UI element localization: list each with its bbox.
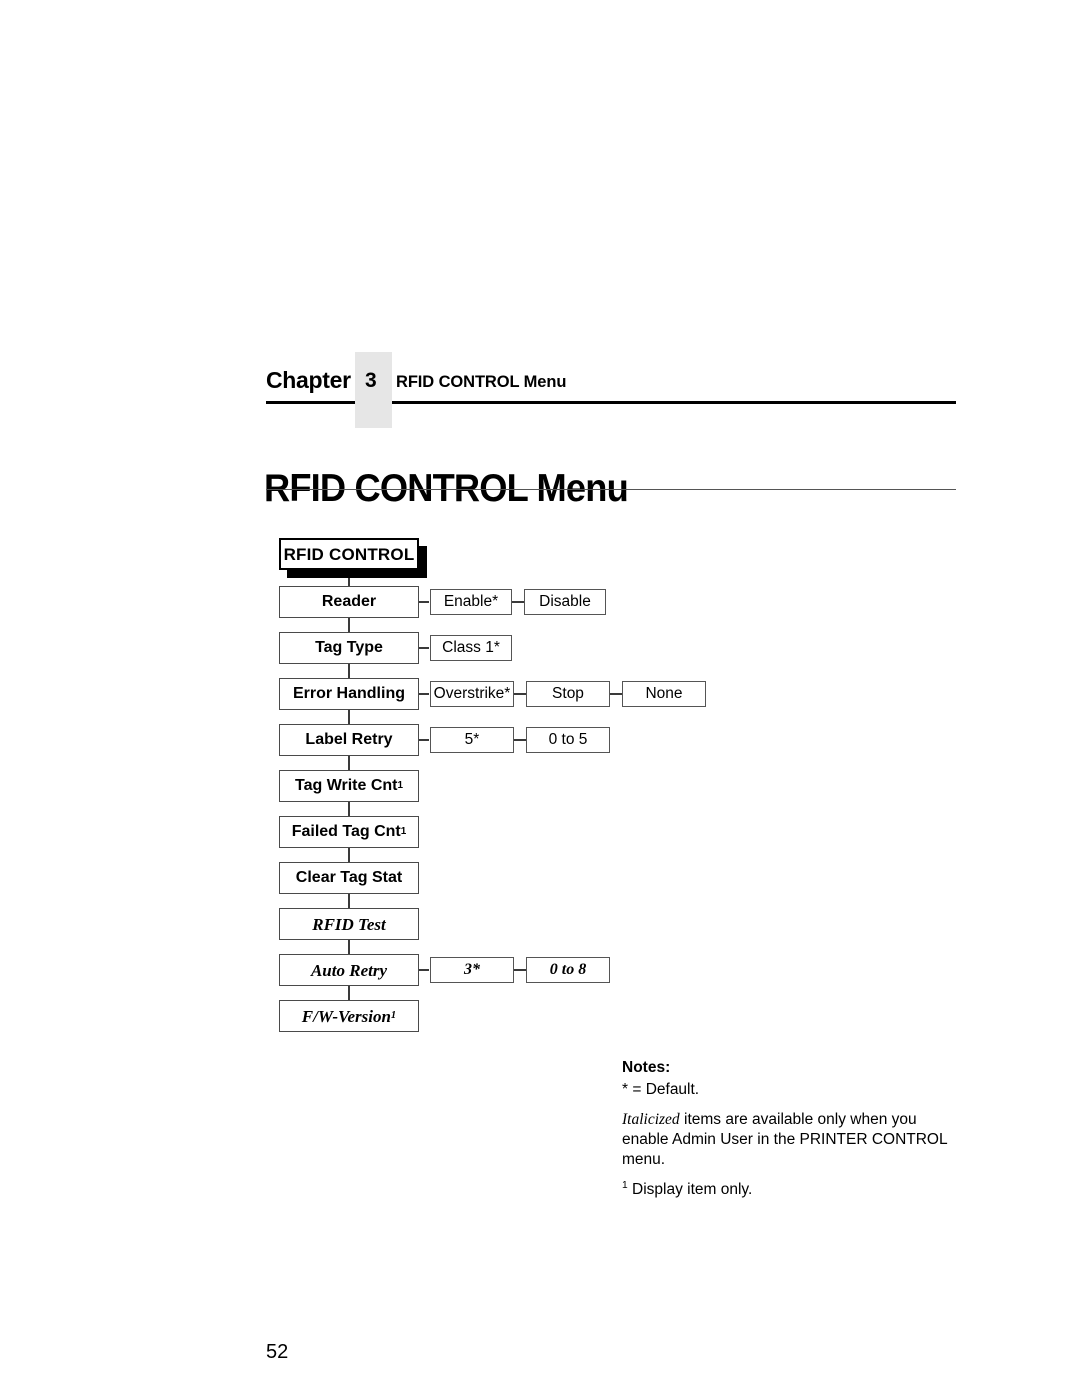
menu-item-rfid-test: RFID Test (279, 908, 419, 940)
menu-value-0-to-8: 0 to 8 (526, 957, 610, 983)
menu-value-5: 5* (430, 727, 514, 753)
connector-vertical (348, 986, 350, 1000)
menu-item-error-handling: Error Handling (279, 678, 419, 710)
node-label: Disable (539, 593, 591, 611)
menu-item-failed-tag-cnt: Failed Tag Cnt 1 (279, 816, 419, 848)
page-number: 52 (266, 1341, 289, 1363)
menu-item-reader: Reader (279, 586, 419, 618)
connector-horizontal (514, 693, 526, 695)
menu-value-disable: Disable (524, 589, 606, 615)
node-label: F/W-Version (301, 1006, 391, 1026)
node-label: Stop (552, 685, 584, 703)
menu-item-clear-tag-stat: Clear Tag Stat (279, 862, 419, 894)
connector-vertical (348, 940, 350, 954)
node-label: Auto Retry (310, 960, 388, 980)
node-label: None (645, 685, 683, 703)
node-label: Enable* (443, 593, 499, 611)
node-label: Error Handling (292, 685, 405, 702)
menu-item-auto-retry: Auto Retry (279, 954, 419, 986)
menu-root-rfid-control: RFID CONTROL (279, 538, 419, 570)
menu-value-overstrike: Overstrike* (430, 681, 514, 707)
node-label: 5* (464, 731, 480, 749)
menu-value-class-1: Class 1* (430, 635, 512, 661)
connector-horizontal (419, 739, 429, 741)
connector-horizontal (419, 969, 429, 971)
node-label: Tag Type (315, 639, 383, 656)
menu-value-stop: Stop (526, 681, 610, 707)
connector-root (348, 570, 350, 586)
note-display-item-text: Display item only. (627, 1181, 753, 1198)
note-default: * = Default. (622, 1081, 700, 1098)
connector-horizontal (419, 647, 429, 649)
connector-horizontal (514, 969, 526, 971)
connector-vertical (348, 802, 350, 816)
node-label: 0 to 8 (549, 961, 587, 978)
node-label: Failed Tag Cnt (291, 823, 401, 840)
menu-value-enable: Enable* (430, 589, 512, 615)
connector-vertical (348, 664, 350, 678)
connector-horizontal (419, 693, 429, 695)
note-display-item: 1 Display item only. (622, 1180, 962, 1200)
menu-value-0-to-5: 0 to 5 (526, 727, 610, 753)
connector-vertical (348, 848, 350, 862)
note-italicized: Italicized items are available only when… (622, 1110, 962, 1170)
connector-horizontal (610, 693, 622, 695)
node-label: Overstrike* (433, 685, 511, 703)
node-label: Tag Write Cnt (294, 777, 398, 794)
note-italicized-word: Italicized (622, 1111, 680, 1128)
connector-horizontal (514, 739, 526, 741)
menu-item-label-retry: Label Retry (279, 724, 419, 756)
menu-value-3: 3* (430, 957, 514, 983)
node-label: RFID Test (312, 914, 386, 934)
node-label: 0 to 5 (548, 731, 588, 749)
node-label: 3* (464, 961, 480, 978)
connector-vertical (348, 618, 350, 632)
connector-horizontal (419, 601, 429, 603)
node-label: RFID CONTROL (283, 544, 415, 564)
menu-item-tag-write-cnt: Tag Write Cnt 1 (279, 770, 419, 802)
connector-vertical (348, 894, 350, 908)
node-label: Reader (321, 593, 377, 610)
menu-item-f-w-version: F/W-Version 1 (279, 1000, 419, 1032)
connector-vertical (348, 710, 350, 724)
notes-block: Notes: * = Default. Italicized items are… (622, 1058, 962, 1200)
node-label: Clear Tag Stat (295, 869, 403, 886)
connector-horizontal (512, 601, 524, 603)
menu-item-tag-type: Tag Type (279, 632, 419, 664)
connector-vertical (348, 756, 350, 770)
node-label: Class 1* (442, 639, 500, 657)
notes-heading: Notes: (622, 1059, 671, 1076)
node-label: Label Retry (305, 731, 393, 748)
menu-value-none: None (622, 681, 706, 707)
